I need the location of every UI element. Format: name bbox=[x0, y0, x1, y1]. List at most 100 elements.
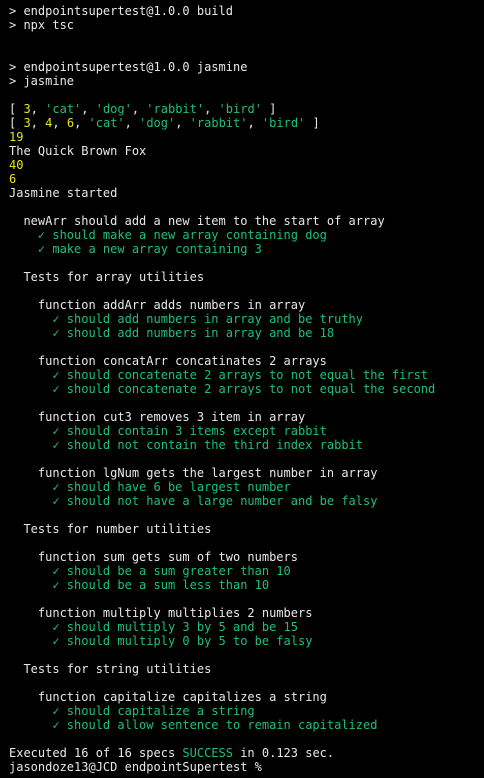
terminal-text: ✓ should not have a large number and be … bbox=[9, 494, 378, 508]
terminal-output[interactable]: > endpointsupertest@1.0.0 build > npx tsc… bbox=[0, 0, 475, 774]
terminal-line: ✓ should not contain the third index rab… bbox=[9, 438, 475, 452]
terminal-text: ✓ should not contain the third index rab… bbox=[9, 438, 364, 452]
terminal-line: ✓ should make a new array containing dog bbox=[9, 228, 475, 242]
terminal-text: ✓ should add numbers in array and be tru… bbox=[9, 312, 364, 326]
terminal-text: SUCCESS bbox=[182, 746, 233, 760]
terminal-text: Jasmine started bbox=[9, 186, 118, 200]
terminal-line: > endpointsupertest@1.0.0 jasmine bbox=[9, 60, 475, 74]
terminal-line: The Quick Brown Fox bbox=[9, 144, 475, 158]
terminal-text: function cut3 removes 3 item in array bbox=[9, 410, 306, 424]
terminal-line: jasondoze13@JCD endpointSupertest % bbox=[9, 760, 475, 774]
terminal-text: ] bbox=[261, 102, 277, 116]
terminal-text: ✓ should contain 3 items except rabbit bbox=[9, 424, 327, 438]
terminal-text: 'rabbit' bbox=[146, 102, 205, 116]
terminal-line: ✓ should have 6 be largest number bbox=[9, 480, 475, 494]
terminal-text: function multiply multiplies 2 numbers bbox=[9, 606, 313, 620]
terminal-text: function lgNum gets the largest number i… bbox=[9, 466, 378, 480]
terminal-line: function multiply multiplies 2 numbers bbox=[9, 606, 475, 620]
terminal-line: ✓ should contain 3 items except rabbit bbox=[9, 424, 475, 438]
terminal-line: ✓ make a new array containing 3 bbox=[9, 242, 475, 256]
terminal-text: 'bird' bbox=[218, 102, 262, 116]
terminal-text: jasondoze13@JCD endpointSupertest % bbox=[9, 760, 270, 774]
terminal-text: function addArr adds numbers in array bbox=[9, 298, 306, 312]
terminal-line: function lgNum gets the largest number i… bbox=[9, 466, 475, 480]
terminal-line: ✓ should concatenate 2 arrays to not equ… bbox=[9, 368, 475, 382]
terminal-line: newArr should add a new item to the star… bbox=[9, 214, 475, 228]
terminal-line: > npx tsc bbox=[9, 18, 475, 32]
terminal-text: , bbox=[124, 116, 140, 130]
terminal-line: 19 bbox=[9, 130, 475, 144]
terminal-text: ✓ should capitalize a string bbox=[9, 704, 255, 718]
terminal-line: ✓ should not have a large number and be … bbox=[9, 494, 475, 508]
terminal-text: 19 bbox=[9, 130, 24, 144]
terminal-text: ✓ should multiply 0 by 5 to be falsy bbox=[9, 634, 313, 648]
terminal-text: , bbox=[131, 102, 147, 116]
terminal-line: ✓ should add numbers in array and be tru… bbox=[9, 312, 475, 326]
terminal-text: 3 bbox=[23, 116, 31, 130]
terminal-text: 40 bbox=[9, 158, 24, 172]
terminal-text: 'bird' bbox=[261, 116, 306, 130]
terminal-line: Executed 16 of 16 specs SUCCESS in 0.123… bbox=[9, 746, 475, 760]
terminal-line: ✓ should multiply 0 by 5 to be falsy bbox=[9, 634, 475, 648]
terminal-line: > endpointsupertest@1.0.0 build bbox=[9, 4, 475, 18]
terminal-line: ✓ should add numbers in array and be 18 bbox=[9, 326, 475, 340]
terminal-line: Tests for array utilities bbox=[9, 270, 475, 284]
terminal-line: ✓ should be a sum less than 10 bbox=[9, 578, 475, 592]
terminal-text: 'cat' bbox=[45, 102, 82, 116]
terminal-text: , bbox=[30, 116, 46, 130]
terminal-line: Tests for string utilities bbox=[9, 662, 475, 676]
terminal-text: 6 bbox=[9, 172, 17, 186]
terminal-text: , bbox=[52, 116, 67, 130]
terminal-text: newArr should add a new item to the star… bbox=[9, 214, 385, 228]
terminal-text: 6 bbox=[66, 116, 75, 130]
terminal-line: > jasmine bbox=[9, 74, 475, 88]
terminal-line: ✓ should concatenate 2 arrays to not equ… bbox=[9, 382, 475, 396]
terminal-line: ✓ should capitalize a string bbox=[9, 704, 475, 718]
terminal-line: [ 3, 4, 6, 'cat', 'dog', 'rabbit', 'bird… bbox=[9, 116, 475, 130]
terminal-line: function cut3 removes 3 item in array bbox=[9, 410, 475, 424]
terminal-line: Jasmine started bbox=[9, 186, 475, 200]
terminal-line: function addArr adds numbers in array bbox=[9, 298, 475, 312]
terminal-text: Tests for string utilities bbox=[9, 662, 212, 676]
terminal-text: 'dog' bbox=[139, 116, 176, 130]
terminal-text: ✓ should be a sum greater than 10 bbox=[9, 564, 291, 578]
terminal-text: 'cat' bbox=[88, 116, 125, 130]
terminal-text: ✓ should have 6 be largest number bbox=[9, 480, 291, 494]
terminal-text: 'rabbit' bbox=[189, 116, 248, 130]
terminal-line: 6 bbox=[9, 172, 475, 186]
terminal-line: ✓ should be a sum greater than 10 bbox=[9, 564, 475, 578]
terminal-text: 3 bbox=[23, 102, 31, 116]
terminal-text: , bbox=[30, 102, 46, 116]
terminal-text: function capitalize capitalizes a string bbox=[9, 690, 327, 704]
terminal-line: function capitalize capitalizes a string bbox=[9, 690, 475, 704]
terminal-text: function sum gets sum of two numbers bbox=[9, 550, 298, 564]
terminal-text: ✓ should multiply 3 by 5 and be 15 bbox=[9, 620, 298, 634]
terminal-text: , bbox=[204, 102, 219, 116]
terminal-text: Executed 16 of 16 specs bbox=[9, 746, 183, 760]
terminal-text: Tests for number utilities bbox=[9, 522, 212, 536]
terminal-text: ✓ should be a sum less than 10 bbox=[9, 578, 270, 592]
terminal-text: ✓ should concatenate 2 arrays to not equ… bbox=[9, 382, 436, 396]
terminal-text: , bbox=[74, 116, 89, 130]
terminal-line: function sum gets sum of two numbers bbox=[9, 550, 475, 564]
terminal-line: ✓ should multiply 3 by 5 and be 15 bbox=[9, 620, 475, 634]
terminal-line: Tests for number utilities bbox=[9, 522, 475, 536]
terminal-line: [ 3, 'cat', 'dog', 'rabbit', 'bird' ] bbox=[9, 102, 475, 116]
terminal-text: The Quick Brown Fox bbox=[9, 144, 147, 158]
terminal-text: ✓ should concatenate 2 arrays to not equ… bbox=[9, 368, 429, 382]
terminal-line: 40 bbox=[9, 158, 475, 172]
terminal-line: ✓ should allow sentence to remain capita… bbox=[9, 718, 475, 732]
terminal-text: [ bbox=[9, 116, 24, 130]
terminal-text: in 0.123 sec. bbox=[232, 746, 335, 760]
